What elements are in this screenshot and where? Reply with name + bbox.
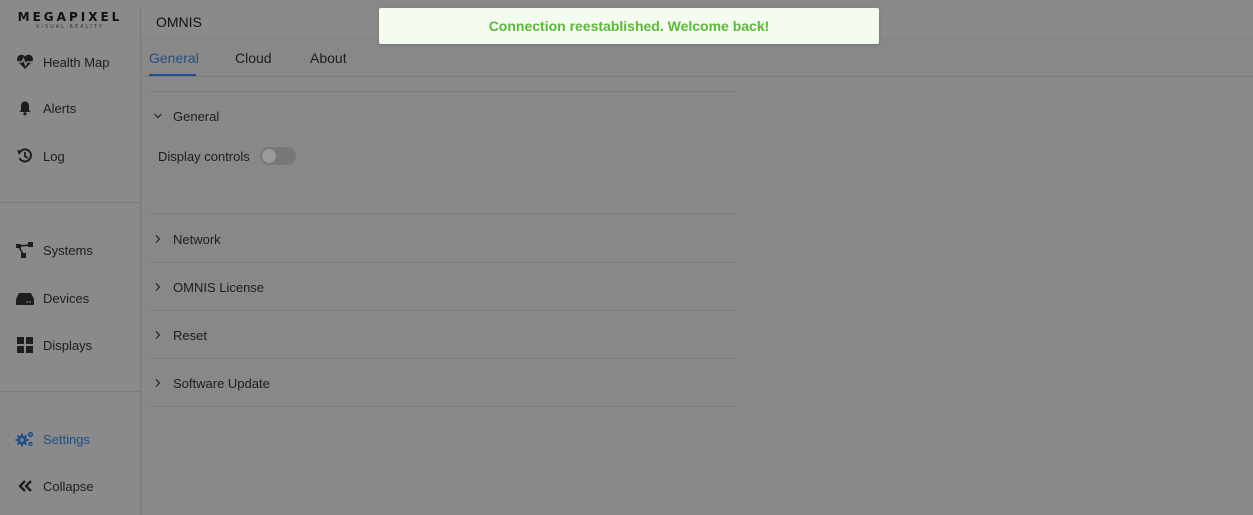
active-tab-indicator bbox=[149, 74, 196, 76]
double-chevron-left-icon bbox=[15, 476, 35, 496]
sidebar-item-label: Alerts bbox=[43, 100, 77, 116]
history-icon bbox=[15, 146, 35, 166]
bell-icon bbox=[15, 98, 35, 118]
sidebar-item-systems[interactable]: Systems bbox=[0, 230, 140, 270]
tab-cloud[interactable]: Cloud bbox=[235, 50, 272, 66]
section-divider bbox=[149, 213, 736, 214]
tab-about[interactable]: About bbox=[310, 50, 347, 66]
sidebar-divider bbox=[0, 202, 140, 203]
section-header-software-update[interactable]: Software Update bbox=[149, 371, 736, 395]
sidebar-item-devices[interactable]: Devices bbox=[0, 278, 140, 318]
section-divider bbox=[149, 262, 736, 263]
device-icon bbox=[15, 288, 35, 308]
logo-main-text: MEGAPIXEL bbox=[17, 10, 123, 24]
heart-pulse-icon bbox=[15, 52, 35, 72]
section-title: General bbox=[173, 108, 220, 124]
sidebar-item-label: Collapse bbox=[43, 478, 94, 494]
display-controls-row: Display controls bbox=[158, 147, 296, 165]
logo: MEGAPIXEL VISUAL REALITY bbox=[0, 8, 140, 36]
toggle-knob bbox=[261, 149, 276, 163]
section-divider bbox=[149, 91, 736, 92]
grid-icon bbox=[15, 335, 35, 355]
section-title: Software Update bbox=[173, 375, 270, 391]
app-window: MEGAPIXEL VISUAL REALITY Health Map Aler… bbox=[0, 0, 1253, 515]
sidebar-item-label: Health Map bbox=[43, 54, 110, 70]
section-title: OMNIS License bbox=[173, 279, 265, 295]
toast-message: Connection reestablished. Welcome back! bbox=[488, 18, 770, 34]
hierarchy-icon bbox=[15, 240, 35, 260]
section-header-reset[interactable]: Reset bbox=[149, 323, 736, 347]
sidebar-item-label: Devices bbox=[43, 290, 90, 306]
chevron-right-icon bbox=[152, 377, 164, 389]
section-header-general[interactable]: General bbox=[149, 104, 736, 128]
section-header-network[interactable]: Network bbox=[149, 227, 736, 251]
tab-general[interactable]: General bbox=[149, 50, 199, 66]
logo-sub-text: VISUAL REALITY bbox=[36, 24, 104, 30]
gears-icon bbox=[15, 429, 35, 449]
sidebar-item-label: Log bbox=[43, 148, 65, 164]
settings-tabs: General Cloud About bbox=[141, 44, 1253, 77]
sidebar-item-settings[interactable]: Settings bbox=[0, 419, 140, 459]
section-divider bbox=[149, 406, 736, 407]
sidebar-item-displays[interactable]: Displays bbox=[0, 325, 140, 365]
chevron-right-icon bbox=[152, 329, 164, 341]
section-divider bbox=[149, 358, 736, 359]
sidebar-item-label: Systems bbox=[43, 242, 93, 258]
section-title: Reset bbox=[173, 327, 207, 343]
sidebar-item-label: Settings bbox=[43, 431, 90, 447]
chevron-right-icon bbox=[152, 233, 164, 245]
display-controls-label: Display controls bbox=[158, 148, 250, 164]
section-header-omnis-license[interactable]: OMNIS License bbox=[149, 275, 736, 299]
sidebar-item-label: Displays bbox=[43, 337, 93, 353]
page-title: OMNIS bbox=[156, 14, 202, 30]
display-controls-toggle[interactable] bbox=[259, 147, 296, 165]
sidebar: MEGAPIXEL VISUAL REALITY Health Map Aler… bbox=[0, 8, 141, 515]
sidebar-item-collapse[interactable]: Collapse bbox=[0, 466, 140, 506]
sidebar-item-alerts[interactable]: Alerts bbox=[0, 88, 140, 128]
chevron-down-icon bbox=[152, 110, 164, 122]
chevron-right-icon bbox=[152, 281, 164, 293]
connection-toast: Connection reestablished. Welcome back! bbox=[379, 8, 879, 44]
sidebar-item-log[interactable]: Log bbox=[0, 136, 140, 176]
section-divider bbox=[149, 310, 736, 311]
sidebar-divider bbox=[0, 391, 140, 392]
section-title: Network bbox=[173, 231, 221, 247]
sidebar-item-health-map[interactable]: Health Map bbox=[0, 42, 140, 82]
